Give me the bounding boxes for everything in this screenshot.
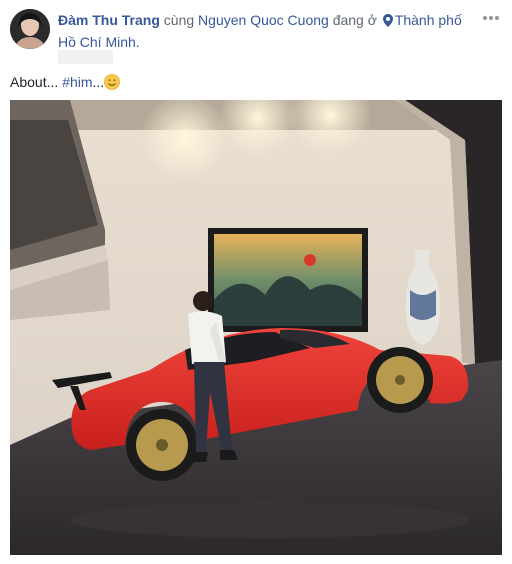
location-link-line1[interactable]: Thành phố — [395, 12, 462, 28]
location-link-line2[interactable]: Hồ Chí Minh. — [58, 34, 140, 50]
tagged-user-link[interactable]: Nguyen Quoc Cuong — [198, 12, 329, 28]
author-name-link[interactable]: Đàm Thu Trang — [58, 12, 160, 28]
author-avatar[interactable] — [10, 9, 50, 49]
avatar-image — [10, 9, 50, 49]
more-options-icon[interactable] — [480, 8, 502, 28]
location-pin-icon — [382, 12, 393, 32]
at-location-word: đang ở — [332, 12, 377, 28]
post-caption: About... #him... — [10, 72, 121, 95]
garage-car-photo — [10, 100, 502, 555]
hashtag-link[interactable]: #him — [62, 74, 92, 90]
facebook-post: Đàm Thu Trang cùng Nguyen Quoc Cuong đan… — [0, 0, 512, 564]
caption-text: About... — [10, 74, 63, 90]
smiling-face-emoji-icon — [104, 74, 121, 95]
with-word: cùng — [163, 12, 195, 28]
post-header: Đàm Thu Trang cùng Nguyen Quoc Cuong đan… — [58, 10, 478, 52]
caption-suffix: ... — [92, 74, 105, 90]
timestamp-placeholder — [58, 50, 113, 64]
post-photo[interactable] — [10, 100, 502, 555]
